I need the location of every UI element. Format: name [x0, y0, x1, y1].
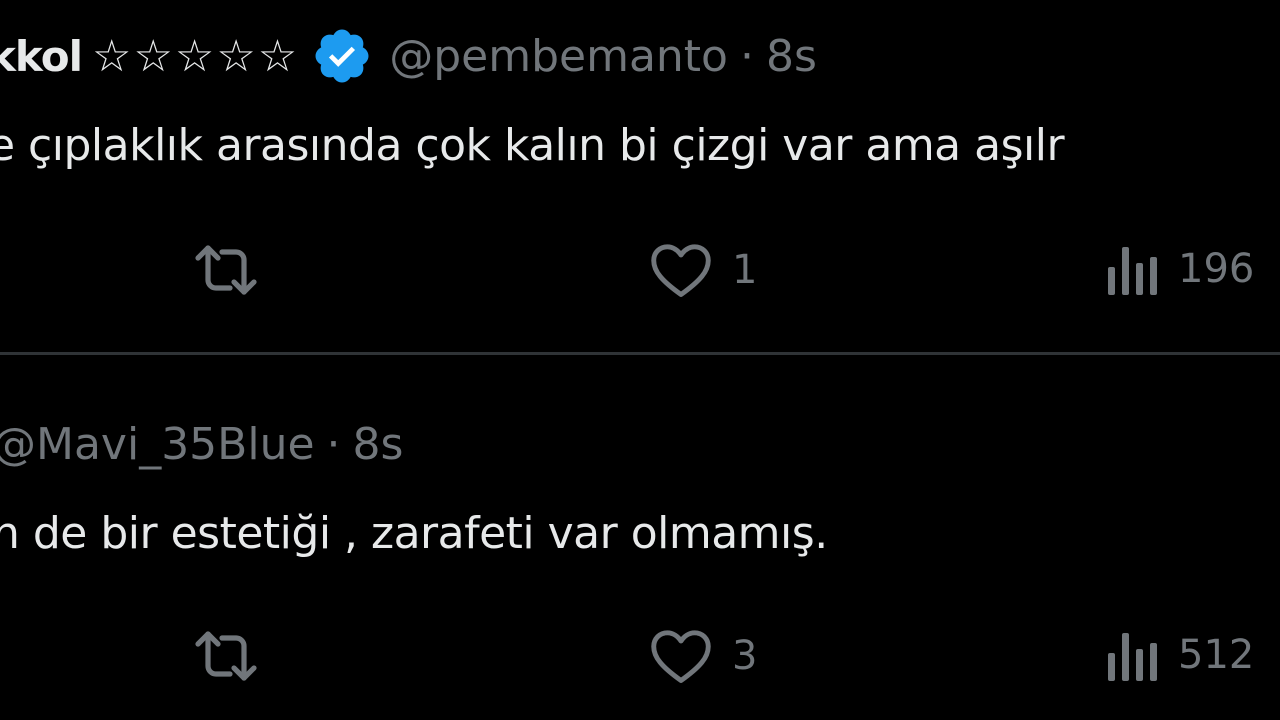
user-handle[interactable]: @pembemanto [389, 31, 728, 82]
heart-icon [648, 240, 714, 300]
views-count: 512 [1178, 632, 1255, 678]
retweet-button[interactable] [190, 240, 280, 300]
separator-dot: · [739, 30, 754, 82]
retweet-icon [190, 240, 262, 300]
tweet-text: e çıplaklık arasında çok kalın bi çizgi … [0, 120, 1065, 171]
heart-icon [648, 626, 714, 686]
retweet-icon [190, 626, 262, 686]
retweet-button[interactable] [190, 626, 280, 686]
tweet-header: kkol ☆☆☆☆☆ @pembemanto · 8s [0, 26, 817, 86]
tweet-text: n de bir estetiği , zarafeti var olmamış… [0, 508, 828, 559]
timestamp[interactable]: 8s [353, 419, 404, 470]
tweet-divider [0, 352, 1280, 355]
views-button[interactable]: 512 [1104, 624, 1254, 686]
display-name[interactable]: kkol [0, 32, 83, 81]
views-chart-icon [1104, 624, 1160, 686]
views-button[interactable]: 196 [1104, 238, 1254, 300]
like-button[interactable]: 3 [648, 626, 757, 686]
verified-badge-icon[interactable] [311, 25, 373, 87]
like-count: 3 [732, 633, 758, 679]
like-count: 1 [732, 247, 758, 293]
tweet-header: @Mavi_35Blue · 8s [0, 414, 403, 474]
star-emojis: ☆☆☆☆☆ [92, 30, 300, 82]
views-count: 196 [1178, 246, 1255, 292]
timestamp[interactable]: 8s [766, 31, 817, 82]
separator-dot: · [326, 418, 341, 470]
views-chart-icon [1104, 238, 1160, 300]
user-handle[interactable]: @Mavi_35Blue [0, 419, 315, 470]
tweet[interactable]: kkol ☆☆☆☆☆ @pembemanto · 8s e çıplaklık … [0, 0, 1280, 352]
tweet[interactable]: @Mavi_35Blue · 8s n de bir estetiği , za… [0, 356, 1280, 720]
like-button[interactable]: 1 [648, 240, 757, 300]
